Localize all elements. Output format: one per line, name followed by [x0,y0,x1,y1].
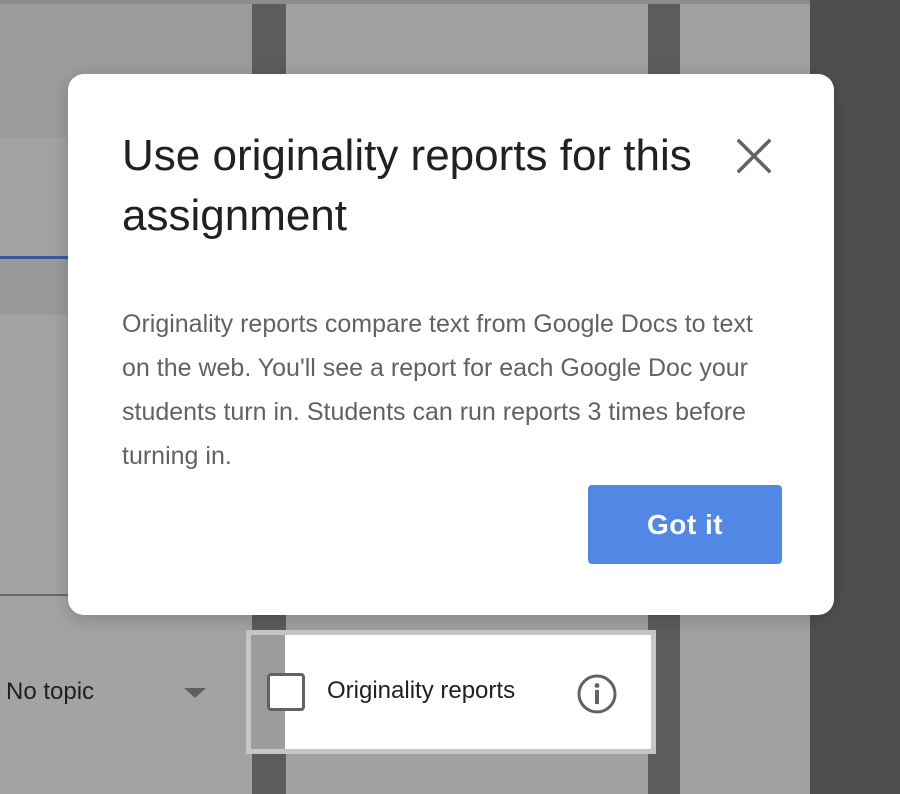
dialog-title: Use originality reports for this assignm… [122,131,692,240]
chevron-down-icon [184,688,206,698]
topic-dropdown[interactable]: No topic [6,672,206,712]
close-icon[interactable] [732,134,776,178]
dialog-description: Originality reports compare text from Go… [122,310,753,470]
originality-reports-checkbox[interactable] [267,673,305,711]
top-divider [0,0,810,4]
got-it-button[interactable]: Got it [588,485,782,564]
topic-dropdown-value: No topic [6,678,95,705]
originality-reports-label: Originality reports [327,677,516,704]
originality-dialog: Use originality reports for this assignm… [68,74,834,615]
info-icon[interactable] [575,672,619,716]
originality-reports-control: Originality reports [246,630,656,754]
field-divider [0,594,70,596]
